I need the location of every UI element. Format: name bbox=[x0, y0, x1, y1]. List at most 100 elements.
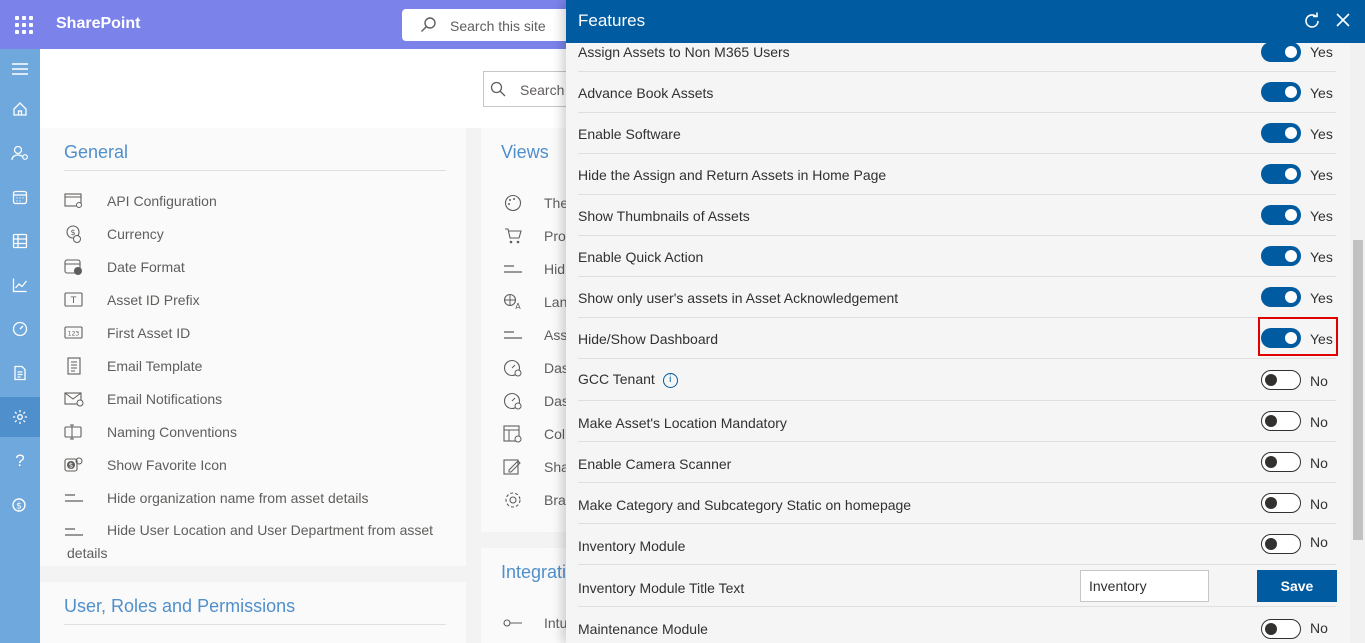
features-panel: Features Assign Assets to Non M365 Users… bbox=[566, 0, 1365, 643]
views-item-language[interactable]: A Lan bbox=[503, 293, 566, 311]
feature-toggle[interactable] bbox=[1261, 82, 1301, 102]
api-config-icon bbox=[64, 192, 84, 210]
general-item-label: Hide organization name from asset detail… bbox=[107, 490, 369, 506]
currency-icon: $ bbox=[64, 225, 84, 243]
gauge-icon[interactable] bbox=[0, 309, 40, 349]
general-item-label: Email Notifications bbox=[107, 391, 223, 407]
svg-text:A: A bbox=[515, 302, 521, 311]
general-item-date-format[interactable]: Date Format bbox=[64, 258, 185, 276]
info-icon[interactable]: i bbox=[662, 372, 678, 388]
language-icon: A bbox=[503, 293, 523, 311]
feature-row: Maintenance Module No bbox=[578, 607, 1336, 643]
features-panel-header: Features bbox=[566, 0, 1365, 43]
edit-icon bbox=[503, 458, 523, 476]
views-item-columns[interactable]: Col bbox=[503, 425, 565, 443]
users-divider bbox=[64, 624, 446, 625]
views-item-hide[interactable]: Hid bbox=[503, 260, 565, 278]
feature-toggle[interactable] bbox=[1261, 123, 1301, 143]
views-item-dashboard-1[interactable]: Das bbox=[503, 359, 566, 377]
general-item-asset-id-prefix[interactable]: T Asset ID Prefix bbox=[64, 291, 200, 309]
feature-label: Inventory Module Title Text bbox=[578, 580, 745, 596]
feature-row: Enable Software Yes bbox=[578, 113, 1336, 154]
general-item-label: Asset ID Prefix bbox=[107, 292, 200, 308]
lines-icon bbox=[64, 523, 84, 541]
feature-label: Enable Quick Action bbox=[578, 249, 704, 265]
site-search-box[interactable]: Search this site bbox=[402, 9, 572, 41]
feature-toggle[interactable] bbox=[1261, 42, 1301, 62]
feature-toggle[interactable] bbox=[1261, 452, 1301, 472]
chart-icon[interactable] bbox=[0, 265, 40, 305]
table-icon[interactable] bbox=[0, 221, 40, 261]
settings-icon[interactable] bbox=[0, 397, 40, 437]
calendar-clock-icon bbox=[64, 258, 84, 276]
feature-toggle[interactable] bbox=[1261, 205, 1301, 225]
general-item-api-configuration[interactable]: API Configuration bbox=[64, 192, 217, 210]
settings-search-box[interactable]: Search bbox=[483, 71, 573, 107]
feature-toggle[interactable] bbox=[1261, 370, 1301, 390]
feature-toggle[interactable] bbox=[1261, 619, 1301, 639]
integrations-item-intune[interactable]: Intu bbox=[503, 614, 566, 632]
feature-toggle[interactable] bbox=[1261, 287, 1301, 307]
scrollbar-thumb[interactable] bbox=[1353, 240, 1363, 540]
feature-toggle-value: No bbox=[1310, 455, 1328, 471]
feature-toggle-value: Yes bbox=[1310, 167, 1333, 183]
views-item-share[interactable]: Sha bbox=[503, 458, 566, 476]
general-item-email-template[interactable]: Email Template bbox=[64, 357, 202, 375]
panel-scrollbar[interactable] bbox=[1350, 43, 1365, 643]
feature-toggle[interactable] bbox=[1261, 246, 1301, 266]
mail-settings-icon bbox=[64, 390, 84, 408]
feature-toggle-value: Yes bbox=[1310, 126, 1333, 142]
general-item-label-continuation: details bbox=[67, 545, 108, 561]
feature-toggle[interactable] bbox=[1261, 411, 1301, 431]
calendar-icon[interactable] bbox=[0, 177, 40, 217]
svg-text:123: 123 bbox=[68, 331, 80, 338]
svg-text:$: $ bbox=[69, 462, 73, 470]
hamburger-menu-icon[interactable] bbox=[0, 49, 40, 89]
general-item-currency[interactable]: $ Currency bbox=[64, 225, 164, 243]
site-search-placeholder: Search this site bbox=[450, 18, 546, 34]
app-name[interactable]: SharePoint bbox=[56, 15, 140, 33]
search-icon bbox=[420, 17, 436, 38]
users-icon[interactable] bbox=[0, 133, 40, 173]
feature-row: Enable Quick Action Yes bbox=[578, 236, 1336, 277]
feature-row: Hide/Show Dashboard Yes bbox=[578, 318, 1336, 359]
report-icon[interactable] bbox=[0, 353, 40, 393]
views-item-label: Hid bbox=[544, 261, 566, 277]
general-item-label: Show Favorite Icon bbox=[107, 457, 227, 473]
feature-toggle[interactable] bbox=[1261, 164, 1301, 184]
general-item-label: Date Format bbox=[107, 259, 185, 275]
save-button[interactable]: Save bbox=[1257, 570, 1337, 602]
feature-row: Enable Camera Scanner No bbox=[578, 442, 1336, 483]
views-item-theme[interactable]: The bbox=[503, 194, 566, 212]
views-item-dashboard-2[interactable]: Das bbox=[503, 392, 566, 410]
views-item-label: Pro bbox=[544, 228, 566, 244]
feature-toggle-value: Yes bbox=[1310, 44, 1333, 60]
general-item-hide-user-location[interactable]: Hide User Location and User Department f… bbox=[64, 522, 433, 541]
help-icon[interactable]: ? bbox=[0, 441, 40, 481]
feature-label: Hide/Show Dashboard bbox=[578, 331, 719, 347]
refresh-icon[interactable] bbox=[1303, 12, 1321, 35]
general-item-show-favorite-icon[interactable]: $ Show Favorite Icon bbox=[64, 456, 227, 474]
feature-label: Make Asset's Location Mandatory bbox=[578, 415, 787, 431]
general-item-email-notifications[interactable]: Email Notifications bbox=[64, 390, 222, 408]
lines-icon bbox=[64, 489, 84, 507]
general-item-first-asset-id[interactable]: 123 First Asset ID bbox=[64, 324, 190, 342]
general-item-naming-conventions[interactable]: Naming Conventions bbox=[64, 423, 237, 441]
general-item-hide-organization-name[interactable]: Hide organization name from asset detail… bbox=[64, 489, 368, 507]
views-item-products[interactable]: Pro bbox=[503, 227, 566, 245]
app-launcher-icon[interactable] bbox=[15, 16, 33, 34]
feature-row-inventory-title: Inventory Module Title Text bbox=[578, 565, 1336, 607]
inventory-title-input[interactable] bbox=[1080, 570, 1209, 602]
general-divider bbox=[64, 170, 446, 171]
currency-settings-icon[interactable]: $ bbox=[0, 485, 40, 525]
close-icon[interactable] bbox=[1335, 12, 1351, 35]
feature-toggle[interactable] bbox=[1261, 534, 1301, 554]
feature-label-gcc: GCC Tenant i bbox=[578, 372, 678, 388]
feature-label: Show Thumbnails of Assets bbox=[578, 208, 750, 224]
views-item-assets[interactable]: Ass bbox=[503, 326, 566, 344]
rename-icon bbox=[64, 423, 84, 441]
views-item-branding[interactable]: Bra bbox=[503, 491, 566, 509]
gauge-icon bbox=[503, 359, 523, 377]
feature-toggle[interactable] bbox=[1261, 493, 1301, 513]
home-icon[interactable] bbox=[0, 89, 40, 129]
